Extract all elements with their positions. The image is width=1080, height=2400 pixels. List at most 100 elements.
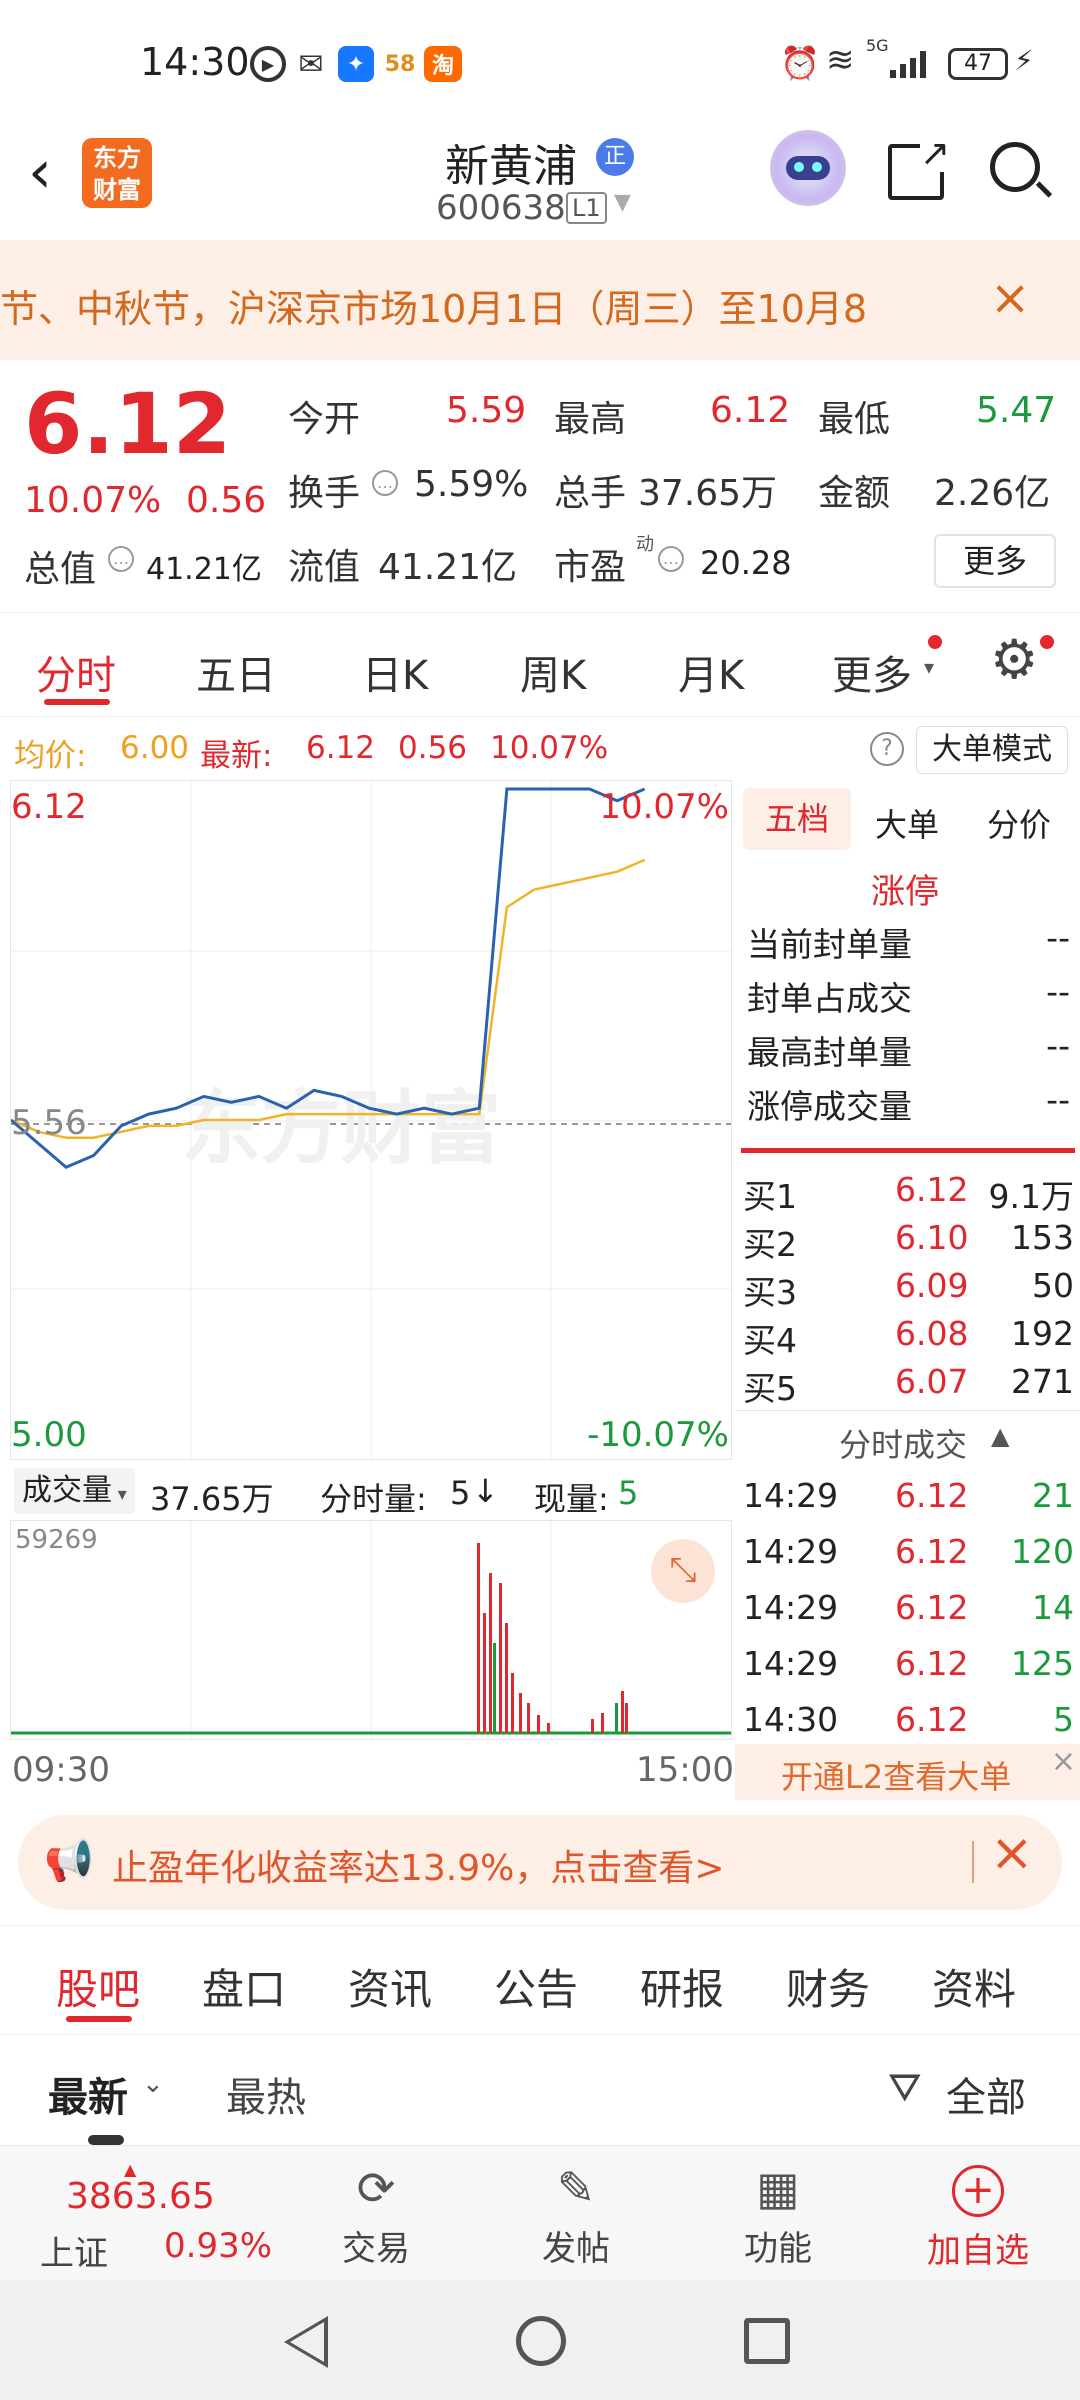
- open-value: 5.59: [446, 390, 527, 431]
- tab-level5[interactable]: 五档: [743, 788, 851, 850]
- fs-volume-value: 5: [450, 1474, 471, 1512]
- tab-big-order[interactable]: 大单: [875, 800, 939, 846]
- tab-indicator: [66, 2016, 132, 2022]
- close-icon[interactable]: ×: [990, 1827, 1034, 1879]
- tick-price: 6.12: [895, 1588, 969, 1627]
- settings-icon[interactable]: ⚙: [990, 633, 1038, 687]
- tab-intraday[interactable]: 分时: [36, 643, 116, 701]
- stat-label: 涨停成交量: [747, 1087, 912, 1126]
- search-icon[interactable]: [990, 142, 1053, 198]
- chevron-down-icon[interactable]: ▼: [614, 190, 631, 215]
- status-time: 14:30: [140, 40, 250, 84]
- tab-monthly-k[interactable]: 月K: [678, 643, 744, 701]
- more-button[interactable]: 更多: [934, 534, 1056, 588]
- close-icon[interactable]: ×: [990, 270, 1030, 326]
- function-label: 功能: [744, 2229, 812, 2269]
- tick-volume: 21: [1032, 1476, 1074, 1515]
- filter-all[interactable]: 全部: [946, 2065, 1026, 2123]
- tab-profile[interactable]: 资料: [932, 1956, 1016, 2017]
- index-ticker[interactable]: 3863.65 ▲ 上证 0.93%: [0, 2146, 272, 2281]
- tab-announcements[interactable]: 公告: [494, 1956, 578, 2017]
- tick-time: 14:29: [743, 1532, 839, 1571]
- volume-bar: [483, 1613, 486, 1733]
- volume-dropdown[interactable]: 成交量 ▾: [14, 1468, 135, 1514]
- ai-assistant-icon[interactable]: [770, 130, 846, 206]
- info-icon[interactable]: …: [108, 546, 134, 572]
- fs-volume-label: 分时量:: [320, 1480, 427, 1518]
- chevron-down-icon[interactable]: ⌄: [142, 2069, 164, 2099]
- nav-home-icon[interactable]: [516, 2316, 566, 2366]
- tab-forum[interactable]: 股吧: [56, 1956, 140, 2017]
- stat-value: --: [1046, 918, 1070, 957]
- tab-daily-k[interactable]: 日K: [362, 643, 428, 701]
- function-button[interactable]: ▦ 功能: [698, 2161, 858, 2270]
- tab-5day[interactable]: 五日: [196, 643, 276, 701]
- arrow-down-icon: ↓: [472, 1472, 499, 1510]
- mktcap-value: 41.21亿: [146, 552, 262, 587]
- nav-recents-icon[interactable]: [744, 2318, 790, 2364]
- bid-price: 6.08: [895, 1314, 969, 1353]
- logo-line1: 东方: [93, 144, 141, 172]
- l2-banner[interactable]: 开通L2查看大单 ×: [735, 1744, 1080, 1800]
- ticks-title[interactable]: 分时成交: [839, 1420, 967, 1466]
- plus-icon: +: [952, 2165, 1004, 2217]
- bid-label: 买1: [743, 1177, 797, 1216]
- tab-weekly-k[interactable]: 周K: [520, 643, 586, 701]
- close-icon[interactable]: ×: [1051, 1744, 1076, 1779]
- mktcap-label: 总值: [24, 549, 97, 590]
- tick-volume: 125: [1011, 1644, 1074, 1683]
- high-label: 最高: [554, 399, 627, 440]
- tab-news[interactable]: 资讯: [348, 1956, 432, 2017]
- bottom-toolbar: 3863.65 ▲ 上证 0.93% ⟳ 交易 ✎ 发帖 ▦ 功能 + 加自选: [0, 2145, 1080, 2280]
- big-order-mode-button[interactable]: 大单模式: [916, 726, 1068, 774]
- tab-research[interactable]: 研报: [640, 1956, 724, 2017]
- divider: [735, 1410, 1080, 1411]
- filter-icon[interactable]: ⛛: [888, 2065, 922, 2111]
- wechat-icon: ✉: [298, 46, 324, 82]
- info-icon[interactable]: …: [372, 470, 398, 496]
- index-pct: 0.93%: [164, 2226, 273, 2266]
- back-icon[interactable]: ‹: [28, 142, 52, 202]
- post-button[interactable]: ✎ 发帖: [496, 2161, 656, 2270]
- notice-banner[interactable]: 节、中秋节，沪深京市场10月1日（周三）至10月8 ×: [0, 240, 1080, 360]
- wifi-icon: ≋: [826, 40, 855, 80]
- tab-finance[interactable]: 财务: [786, 1956, 870, 2017]
- yen-icon: ⟳: [356, 2161, 396, 2215]
- alarm-icon: ⏰: [780, 44, 820, 82]
- chart-bottom-price: 5.00: [11, 1415, 87, 1455]
- add-watchlist-button[interactable]: + 加自选: [898, 2161, 1058, 2272]
- active-indicator: [88, 2135, 124, 2145]
- change-pct: 10.07%: [24, 480, 162, 521]
- expand-icon[interactable]: ⤡: [651, 1539, 715, 1603]
- play-icon: ▶: [250, 46, 286, 82]
- tick-time: 14:29: [743, 1588, 839, 1627]
- post-label: 发帖: [542, 2229, 610, 2269]
- bid-price: 6.10: [895, 1218, 969, 1257]
- volume-bar: [621, 1691, 624, 1733]
- pe-superscript: 动: [636, 534, 654, 555]
- chart-mid-price: 5.56: [11, 1103, 87, 1143]
- signal-type: 5G: [866, 36, 889, 55]
- intraday-chart[interactable]: 东方财富 6.12 10.07% 5.56 5.00 -10.07%: [10, 780, 732, 1460]
- tab-more[interactable]: 更多: [832, 643, 912, 701]
- promo-banner[interactable]: 📢 止盈年化收益率达13.9%，点击查看> ×: [18, 1815, 1062, 1910]
- info-icon[interactable]: …: [658, 546, 684, 572]
- trade-button[interactable]: ⟳ 交易: [296, 2161, 456, 2270]
- volume-bar: [489, 1573, 492, 1733]
- stat-value: --: [1046, 972, 1070, 1011]
- volume-bars: [477, 1543, 628, 1733]
- share-icon[interactable]: ↗: [888, 136, 950, 200]
- sort-hot[interactable]: 最热: [226, 2065, 306, 2123]
- tab-orderbook[interactable]: 盘口: [202, 1956, 286, 2017]
- tab-price-dist[interactable]: 分价: [987, 800, 1051, 846]
- stat-label: 最高封单量: [747, 1033, 912, 1072]
- float-value: 41.21亿: [378, 547, 518, 588]
- volume-chart[interactable]: 59269 ⤡: [10, 1520, 732, 1740]
- sort-latest[interactable]: 最新: [48, 2065, 128, 2123]
- status-bar: 14:30 ▶ ✉ ✦ 58 淘 ⏰ ≋ 5G 47 ⚡: [0, 0, 1080, 130]
- stat-label: 封单占成交: [747, 979, 912, 1018]
- volume-bar: [591, 1719, 594, 1733]
- help-icon[interactable]: ?: [870, 732, 904, 766]
- turnover-value: 5.59%: [414, 464, 529, 505]
- app-logo[interactable]: 东方 财富: [82, 138, 152, 208]
